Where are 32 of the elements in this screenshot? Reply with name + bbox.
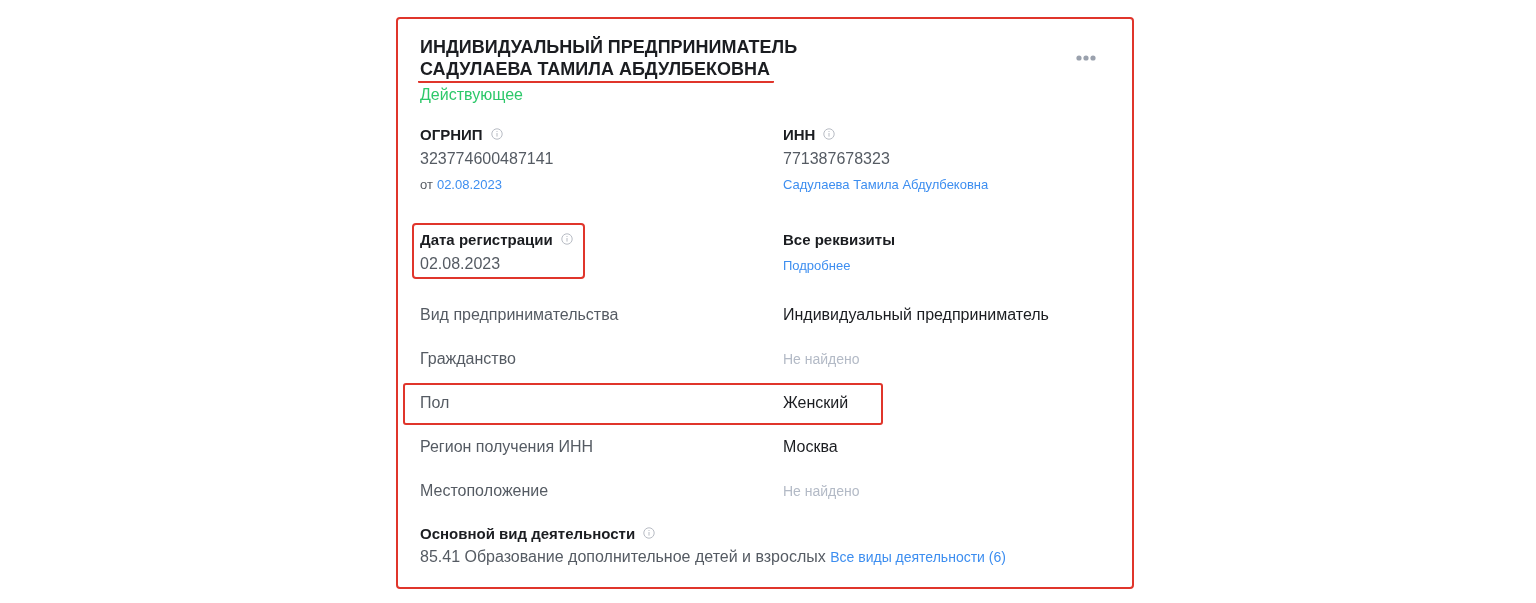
field-value: 02.08.2023	[420, 255, 502, 273]
property-label: Местоположение	[420, 482, 550, 500]
property-value: Индивидуальный предприниматель	[783, 306, 1050, 324]
field-label: ОГРНИП	[420, 125, 483, 143]
field-label: ИНН	[783, 125, 816, 143]
company-name: САДУЛАЕВА ТАМИЛА АБДУЛБЕКОВНА	[418, 58, 774, 83]
property-label: Регион получения ИНН	[420, 438, 595, 456]
company-type: ИНДИВИДУАЛЬНЫЙ ПРЕДПРИНИМАТЕЛЬ	[420, 36, 798, 58]
field-value: 323774600487141	[420, 150, 554, 168]
link[interactable]: Все виды деятельности (6)	[830, 549, 1006, 565]
note-text: от	[420, 177, 433, 192]
property-value: Не найдено	[783, 351, 861, 367]
field-value: 771387678323	[783, 150, 891, 168]
field-label: Все реквизиты	[783, 230, 895, 248]
link[interactable]: Подробнее	[783, 258, 851, 273]
info-icon[interactable]	[823, 128, 836, 140]
field-label: Основной вид деятельности	[420, 524, 636, 542]
more-icon[interactable]	[1076, 55, 1096, 61]
property-label: Гражданство	[420, 350, 517, 368]
info-icon[interactable]	[643, 527, 656, 539]
link[interactable]: 02.08.2023	[436, 177, 502, 192]
status-text: Действующее	[420, 86, 523, 104]
link[interactable]: Садулаева Тамила Абдулбековна	[783, 177, 989, 192]
property-label: Пол	[420, 394, 451, 412]
info-icon[interactable]	[490, 128, 503, 140]
activity-text: 85.41 Образование дополнительное детей и взрослых	[420, 548, 826, 565]
field-label: Дата регистрации	[420, 230, 553, 248]
property-value: Не найдено	[783, 483, 861, 499]
property-value: Москва	[783, 438, 839, 456]
info-icon[interactable]	[560, 233, 573, 245]
property-value: Женский	[783, 394, 850, 412]
property-label: Вид предпринимательства	[420, 306, 620, 324]
